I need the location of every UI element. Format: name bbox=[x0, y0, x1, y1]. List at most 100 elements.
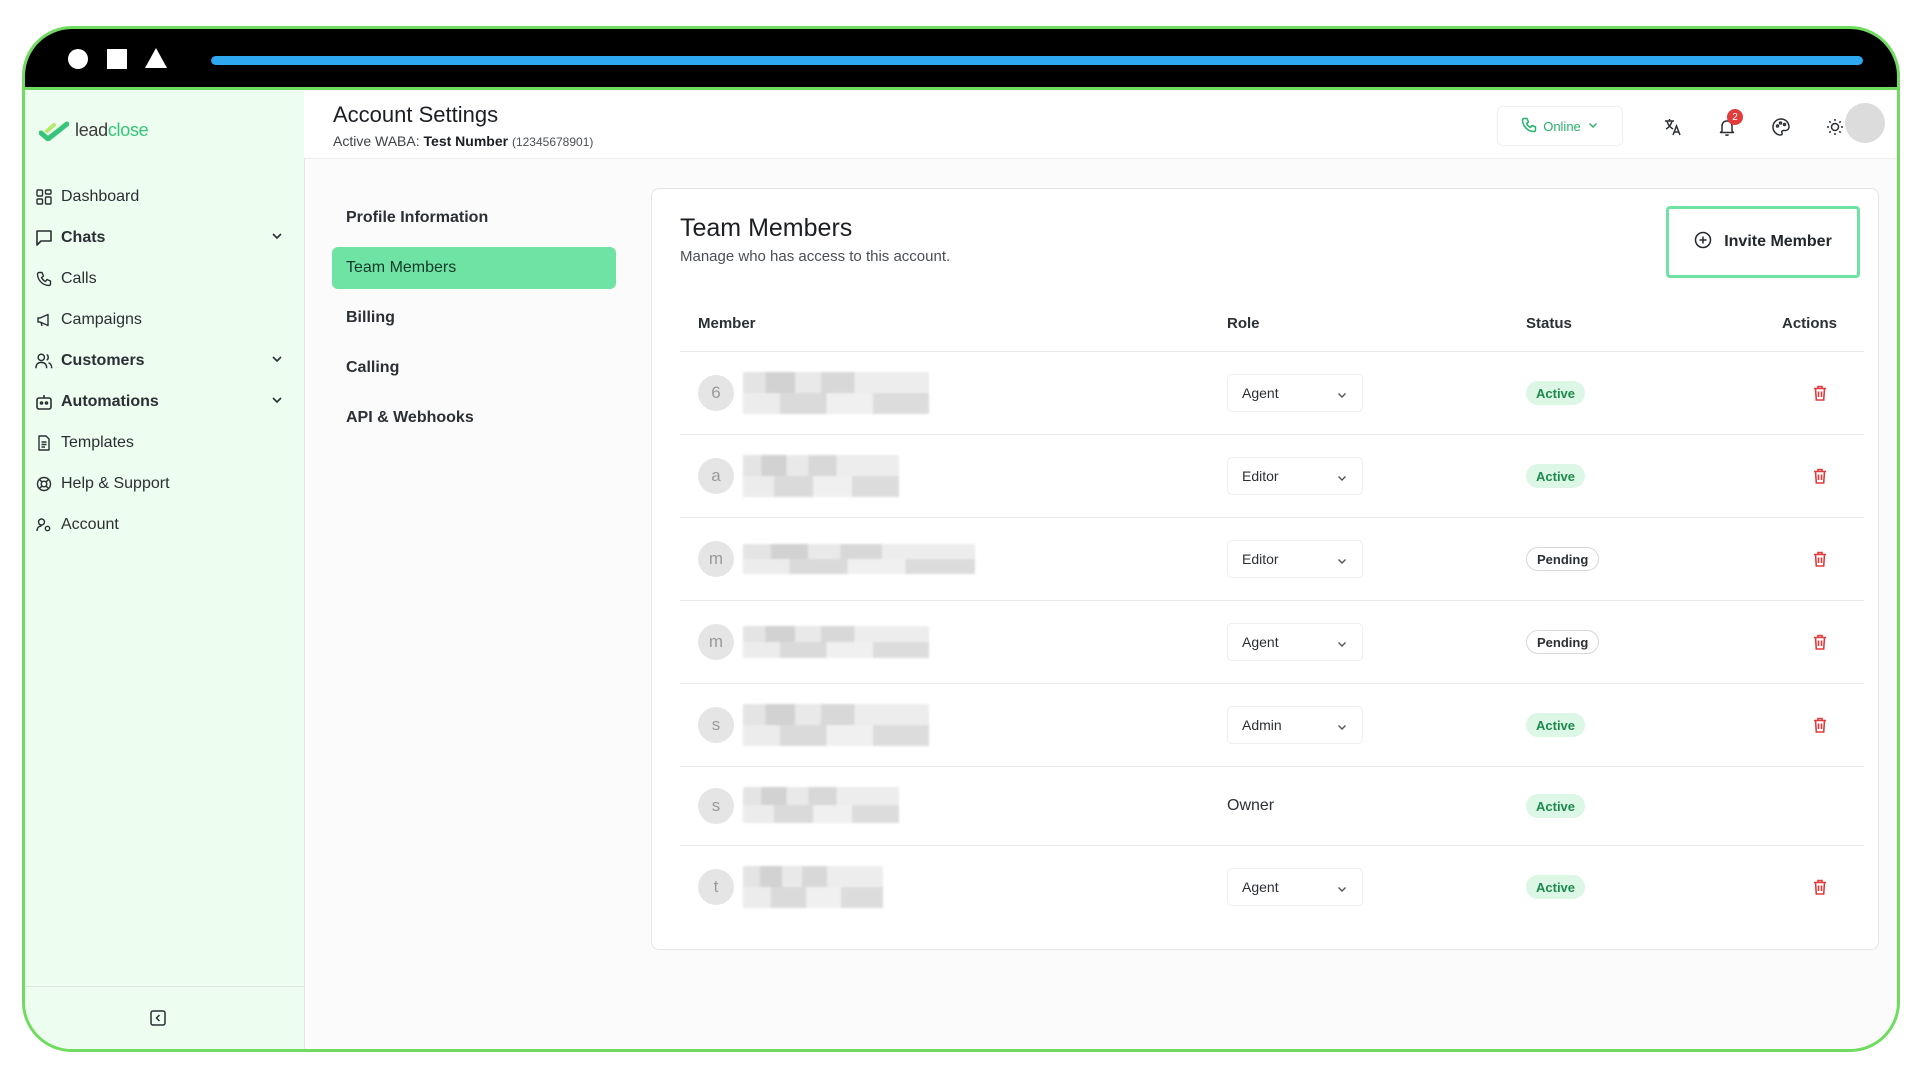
loading-progress-bar bbox=[211, 56, 1863, 65]
settings-nav: Profile Information Team Members Billing… bbox=[332, 197, 616, 447]
sidebar-item-label: Campaigns bbox=[61, 310, 142, 328]
status-badge: Pending bbox=[1526, 630, 1600, 654]
settings-tab-billing[interactable]: Billing bbox=[332, 297, 616, 339]
sidebar-item-calls[interactable]: Calls bbox=[25, 258, 304, 299]
chevron-down-icon bbox=[1336, 471, 1348, 487]
active-waba-line: Active WABA: Test Number (12345678901) bbox=[333, 133, 594, 149]
role-value: Owner bbox=[1227, 797, 1275, 814]
status-badge: Pending bbox=[1526, 547, 1600, 571]
collapse-sidebar-icon[interactable] bbox=[149, 1009, 167, 1027]
status-badge: Active bbox=[1526, 875, 1586, 899]
role-select[interactable]: Agent bbox=[1227, 868, 1363, 906]
settings-tab-profile-information[interactable]: Profile Information bbox=[332, 197, 616, 239]
role-select[interactable]: Admin bbox=[1227, 706, 1363, 744]
sidebar-item-campaigns[interactable]: Campaigns bbox=[25, 299, 304, 340]
settings-tab-calling[interactable]: Calling bbox=[332, 347, 616, 389]
role-select[interactable]: Agent bbox=[1227, 623, 1363, 661]
trash-icon[interactable] bbox=[1811, 384, 1829, 402]
column-header-role: Role bbox=[1227, 315, 1260, 332]
member-avatar: a bbox=[698, 458, 734, 494]
status-badge: Active bbox=[1526, 381, 1586, 405]
sidebar-item-chats[interactable]: Chats bbox=[25, 217, 304, 258]
team-members-card: Team Members Manage who has access to th… bbox=[651, 188, 1879, 950]
circle-icon bbox=[68, 49, 88, 69]
sidebar-item-label: Templates bbox=[61, 433, 134, 451]
sidebar-item-label: Chats bbox=[61, 228, 106, 246]
chevron-down-icon bbox=[1336, 882, 1348, 898]
role-value: Agent bbox=[1242, 385, 1279, 401]
chat-icon bbox=[35, 229, 53, 247]
member-avatar: 6 bbox=[698, 375, 734, 411]
phone-icon bbox=[35, 270, 53, 288]
sidebar-item-label: Calls bbox=[61, 269, 97, 287]
redacted-member-info bbox=[743, 372, 929, 414]
role-value: Editor bbox=[1242, 468, 1279, 484]
leadclose-logo-icon bbox=[38, 121, 70, 141]
plus-circle-icon bbox=[1694, 231, 1712, 254]
bell-icon[interactable]: 2 bbox=[1717, 109, 1743, 137]
chevron-down-icon[interactable] bbox=[270, 352, 284, 371]
browser-topbar bbox=[25, 29, 1897, 90]
sun-icon[interactable] bbox=[1825, 117, 1845, 137]
trash-icon[interactable] bbox=[1811, 633, 1829, 651]
invite-member-label: Invite Member bbox=[1724, 233, 1832, 250]
role-value: Admin bbox=[1242, 717, 1282, 733]
sidebar-item-automations[interactable]: Automations bbox=[25, 381, 304, 422]
role-select[interactable]: Editor bbox=[1227, 540, 1363, 578]
card-subtitle: Manage who has access to this account. bbox=[680, 248, 951, 265]
redacted-member-info bbox=[743, 544, 975, 574]
translate-icon[interactable] bbox=[1663, 117, 1683, 137]
online-status-dropdown[interactable]: Online bbox=[1497, 106, 1623, 146]
sidebar-item-account[interactable]: Account bbox=[25, 504, 304, 545]
loading-progress-fill bbox=[211, 56, 1863, 65]
redacted-member-info bbox=[743, 626, 929, 658]
chevron-down-icon bbox=[1336, 388, 1348, 404]
sidebar-item-label: Help & Support bbox=[61, 474, 170, 492]
card-title: Team Members bbox=[680, 214, 853, 242]
app-frame: leadclose Dashboard Chats Calls Campaign… bbox=[22, 26, 1900, 1052]
member-avatar: s bbox=[698, 707, 734, 743]
table-row: s Owner Active bbox=[680, 767, 1864, 846]
member-avatar: s bbox=[698, 788, 734, 824]
brand-name: leadclose bbox=[75, 120, 149, 140]
table-row: t Agent Active bbox=[680, 846, 1864, 928]
role-value: Agent bbox=[1242, 634, 1279, 650]
chevron-down-icon[interactable] bbox=[270, 393, 284, 412]
status-label: Online bbox=[1543, 118, 1581, 134]
sidebar-item-templates[interactable]: Templates bbox=[25, 422, 304, 463]
trash-icon[interactable] bbox=[1811, 878, 1829, 896]
status-badge: Active bbox=[1526, 794, 1586, 818]
settings-tab-api-webhooks[interactable]: API & Webhooks bbox=[332, 397, 616, 439]
palette-icon[interactable] bbox=[1771, 117, 1791, 137]
sidebar-item-help-support[interactable]: Help & Support bbox=[25, 463, 304, 504]
square-icon bbox=[107, 49, 127, 69]
bot-icon bbox=[35, 393, 53, 411]
sidebar-item-customers[interactable]: Customers bbox=[25, 340, 304, 381]
member-avatar: m bbox=[698, 541, 734, 577]
user-avatar[interactable] bbox=[1845, 103, 1885, 143]
waba-number: (12345678901) bbox=[511, 135, 594, 149]
table-header: Member Role Status Actions bbox=[680, 297, 1864, 352]
invite-member-button[interactable]: Invite Member bbox=[1666, 206, 1860, 278]
status-badge: Active bbox=[1526, 464, 1586, 488]
role-select[interactable]: Editor bbox=[1227, 457, 1363, 495]
chevron-down-icon[interactable] bbox=[270, 229, 284, 248]
user-cog-icon bbox=[35, 516, 53, 534]
brand-logo[interactable]: leadclose bbox=[38, 120, 149, 141]
trash-icon[interactable] bbox=[1811, 550, 1829, 568]
notification-count-badge: 2 bbox=[1727, 109, 1743, 125]
team-members-table: Member Role Status Actions 6 Agent Activ… bbox=[680, 297, 1864, 928]
settings-tab-team-members[interactable]: Team Members bbox=[332, 247, 616, 289]
sidebar-item-dashboard[interactable]: Dashboard bbox=[25, 176, 304, 217]
table-row: s Admin Active bbox=[680, 684, 1864, 767]
redacted-member-info bbox=[743, 704, 929, 746]
waba-name: Test Number bbox=[423, 133, 509, 149]
trash-icon[interactable] bbox=[1811, 716, 1829, 734]
megaphone-icon bbox=[35, 311, 53, 329]
sidebar-item-label: Dashboard bbox=[61, 187, 140, 205]
trash-icon[interactable] bbox=[1811, 467, 1829, 485]
role-value: Agent bbox=[1242, 879, 1279, 895]
role-select[interactable]: Agent bbox=[1227, 374, 1363, 412]
sidebar-item-label: Customers bbox=[61, 351, 145, 369]
lifebuoy-icon bbox=[35, 475, 53, 493]
